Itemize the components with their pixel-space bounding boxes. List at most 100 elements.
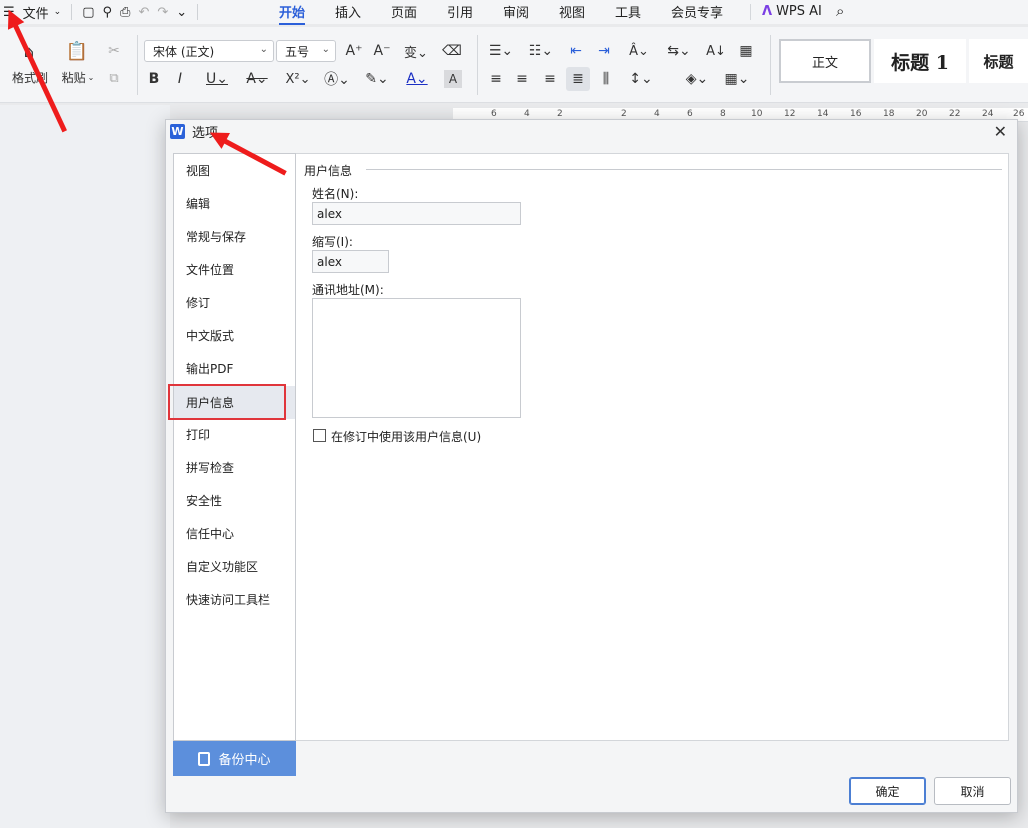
address-field[interactable] bbox=[312, 298, 521, 418]
options-content: 用户信息 姓名(N): alex 缩写(I): alex 通讯地址(M): 在修… bbox=[296, 153, 1009, 741]
italic-icon[interactable]: I bbox=[172, 69, 188, 89]
wps-ai-button[interactable]: Ʌ WPS AI bbox=[762, 0, 822, 22]
tab-page[interactable]: 页面 bbox=[391, 0, 417, 22]
name-field[interactable]: alex bbox=[312, 202, 521, 225]
border-icon[interactable]: ▦⌄ bbox=[722, 69, 752, 89]
ruler-tick: 26 bbox=[1013, 109, 1025, 119]
text-direction-icon[interactable]: Â⌄ bbox=[624, 41, 654, 61]
nav-item-chinese-layout[interactable]: 中文版式 bbox=[174, 319, 295, 352]
show-marks-icon[interactable]: ▦ bbox=[734, 41, 758, 61]
char-shading-icon[interactable]: A bbox=[444, 70, 462, 88]
share-icon[interactable]: ⚲ bbox=[99, 0, 117, 24]
clear-format-icon[interactable]: ⌫ bbox=[440, 41, 464, 61]
cancel-button[interactable]: 取消 bbox=[934, 777, 1011, 805]
nav-item-security[interactable]: 安全性 bbox=[174, 484, 295, 517]
nav-item-print[interactable]: 打印 bbox=[174, 418, 295, 451]
nav-item-general-save[interactable]: 常规与保存 bbox=[174, 220, 295, 253]
highlight-icon[interactable]: ✎⌄ bbox=[362, 69, 392, 89]
address-label: 通讯地址(M): bbox=[312, 283, 384, 297]
close-icon[interactable]: ✕ bbox=[994, 122, 1007, 141]
tab-member[interactable]: 会员专享 bbox=[671, 0, 723, 22]
strikethrough-icon[interactable]: A⌄ bbox=[242, 69, 272, 89]
ok-button[interactable]: 确定 bbox=[849, 777, 926, 805]
ruler-tick: 10 bbox=[751, 109, 763, 119]
style-heading[interactable]: 标题 bbox=[969, 39, 1028, 83]
number-list-icon[interactable]: ☷⌄ bbox=[526, 41, 556, 61]
bold-icon[interactable]: B bbox=[146, 69, 162, 89]
divider bbox=[770, 35, 771, 95]
search-icon[interactable]: ⌕ bbox=[836, 0, 844, 22]
more-chevron-icon[interactable]: ⌄ bbox=[172, 0, 191, 24]
sort-icon[interactable]: A↓ bbox=[704, 41, 728, 61]
shading-icon[interactable]: ◈⌄ bbox=[682, 69, 712, 89]
selection-highlight-box bbox=[168, 384, 286, 420]
ruler-tick: 18 bbox=[883, 109, 895, 119]
ruler-tick: 2 bbox=[621, 109, 627, 119]
superscript-icon[interactable]: X²⌄ bbox=[282, 69, 314, 89]
line-break-icon[interactable]: ⇆⌄ bbox=[664, 41, 694, 61]
shrink-font-icon[interactable]: A⁻ bbox=[372, 41, 392, 61]
decrease-indent-icon[interactable]: ⇤ bbox=[566, 41, 586, 61]
underline-icon[interactable]: U⌄ bbox=[202, 69, 232, 89]
nav-item-revisions[interactable]: 修订 bbox=[174, 286, 295, 319]
increase-indent-icon[interactable]: ⇥ bbox=[594, 41, 614, 61]
document-area bbox=[0, 105, 170, 828]
nav-item-file-locations[interactable]: 文件位置 bbox=[174, 253, 295, 286]
ruler-tick: 14 bbox=[817, 109, 829, 119]
bullet-list-icon[interactable]: ☰⌄ bbox=[486, 41, 516, 61]
save-icon[interactable]: ▢ bbox=[78, 0, 98, 24]
style-normal[interactable]: 正文 bbox=[779, 39, 871, 83]
style-heading-1[interactable]: 标题 1 bbox=[874, 39, 966, 83]
use-info-label: 在修订中使用该用户信息(U) bbox=[331, 430, 482, 444]
ruler-tick: 16 bbox=[850, 109, 862, 119]
backup-icon bbox=[198, 751, 211, 766]
tab-view[interactable]: 视图 bbox=[559, 0, 585, 22]
options-dialog: W 选项 ✕ 视图 编辑 常规与保存 文件位置 修订 中文版式 输出PDF 用户… bbox=[165, 119, 1018, 813]
tab-review[interactable]: 审阅 bbox=[503, 0, 529, 22]
justify-icon[interactable]: ≣ bbox=[566, 67, 590, 91]
undo-icon[interactable]: ↶ bbox=[134, 0, 153, 24]
ruler-tick: 4 bbox=[524, 109, 530, 119]
text-effect-icon[interactable]: Ⓐ⌄ bbox=[322, 69, 352, 89]
align-right-icon[interactable]: ≡ bbox=[540, 69, 560, 89]
print-preview-icon[interactable]: ⎙ bbox=[116, 0, 134, 24]
align-center-icon[interactable]: ≡ bbox=[512, 69, 532, 89]
paste-label[interactable]: 粘贴 ⌄ bbox=[58, 69, 98, 85]
initials-label: 缩写(I): bbox=[312, 235, 353, 249]
nav-item-spelling[interactable]: 拼写检查 bbox=[174, 451, 295, 484]
backup-center-button[interactable]: 备份中心 bbox=[173, 741, 296, 776]
paste-icon[interactable]: 📋 bbox=[63, 39, 91, 63]
ruler-tick: 4 bbox=[654, 109, 660, 119]
nav-item-customize-ribbon[interactable]: 自定义功能区 bbox=[174, 550, 295, 583]
ruler-tick: 6 bbox=[491, 109, 497, 119]
align-left-icon[interactable]: ≡ bbox=[486, 69, 506, 89]
distribute-icon[interactable]: ⫼ bbox=[596, 69, 616, 89]
divider bbox=[197, 4, 199, 20]
tab-insert[interactable]: 插入 bbox=[335, 0, 361, 22]
tab-tools[interactable]: 工具 bbox=[615, 0, 641, 22]
tab-home[interactable]: 开始 bbox=[279, 0, 306, 25]
font-size-select[interactable]: 五号 ⌄ bbox=[276, 40, 336, 62]
font-name-select[interactable]: 宋体 (正文) ⌄ bbox=[144, 40, 274, 62]
nav-item-export-pdf[interactable]: 输出PDF bbox=[174, 352, 295, 385]
divider bbox=[137, 35, 138, 95]
grow-font-icon[interactable]: A⁺ bbox=[344, 41, 364, 61]
line-spacing-icon[interactable]: ↕⌄ bbox=[626, 69, 656, 89]
ruler-tick: 2 bbox=[557, 109, 563, 119]
tab-references[interactable]: 引用 bbox=[447, 0, 473, 22]
nav-item-quick-access[interactable]: 快速访问工具栏 bbox=[174, 583, 295, 616]
ruler-tick: 24 bbox=[982, 109, 994, 119]
ruler-tick: 22 bbox=[949, 109, 961, 119]
ruler-tick: 8 bbox=[720, 109, 726, 119]
cut-icon[interactable]: ✂ bbox=[104, 41, 124, 61]
initials-field[interactable]: alex bbox=[312, 250, 389, 273]
file-menu[interactable]: 文件 ⌄ bbox=[19, 0, 66, 24]
nav-item-trust-center[interactable]: 信任中心 bbox=[174, 517, 295, 550]
nav-item-edit[interactable]: 编辑 bbox=[174, 187, 295, 220]
copy-icon[interactable]: ⧉ bbox=[104, 69, 124, 87]
font-color-icon[interactable]: A⌄ bbox=[402, 69, 432, 89]
phonetic-icon[interactable]: 变⌄ bbox=[400, 41, 432, 61]
redo-icon[interactable]: ↷ bbox=[153, 0, 172, 24]
ruler-tick: 20 bbox=[916, 109, 928, 119]
use-info-checkbox[interactable] bbox=[313, 429, 326, 442]
